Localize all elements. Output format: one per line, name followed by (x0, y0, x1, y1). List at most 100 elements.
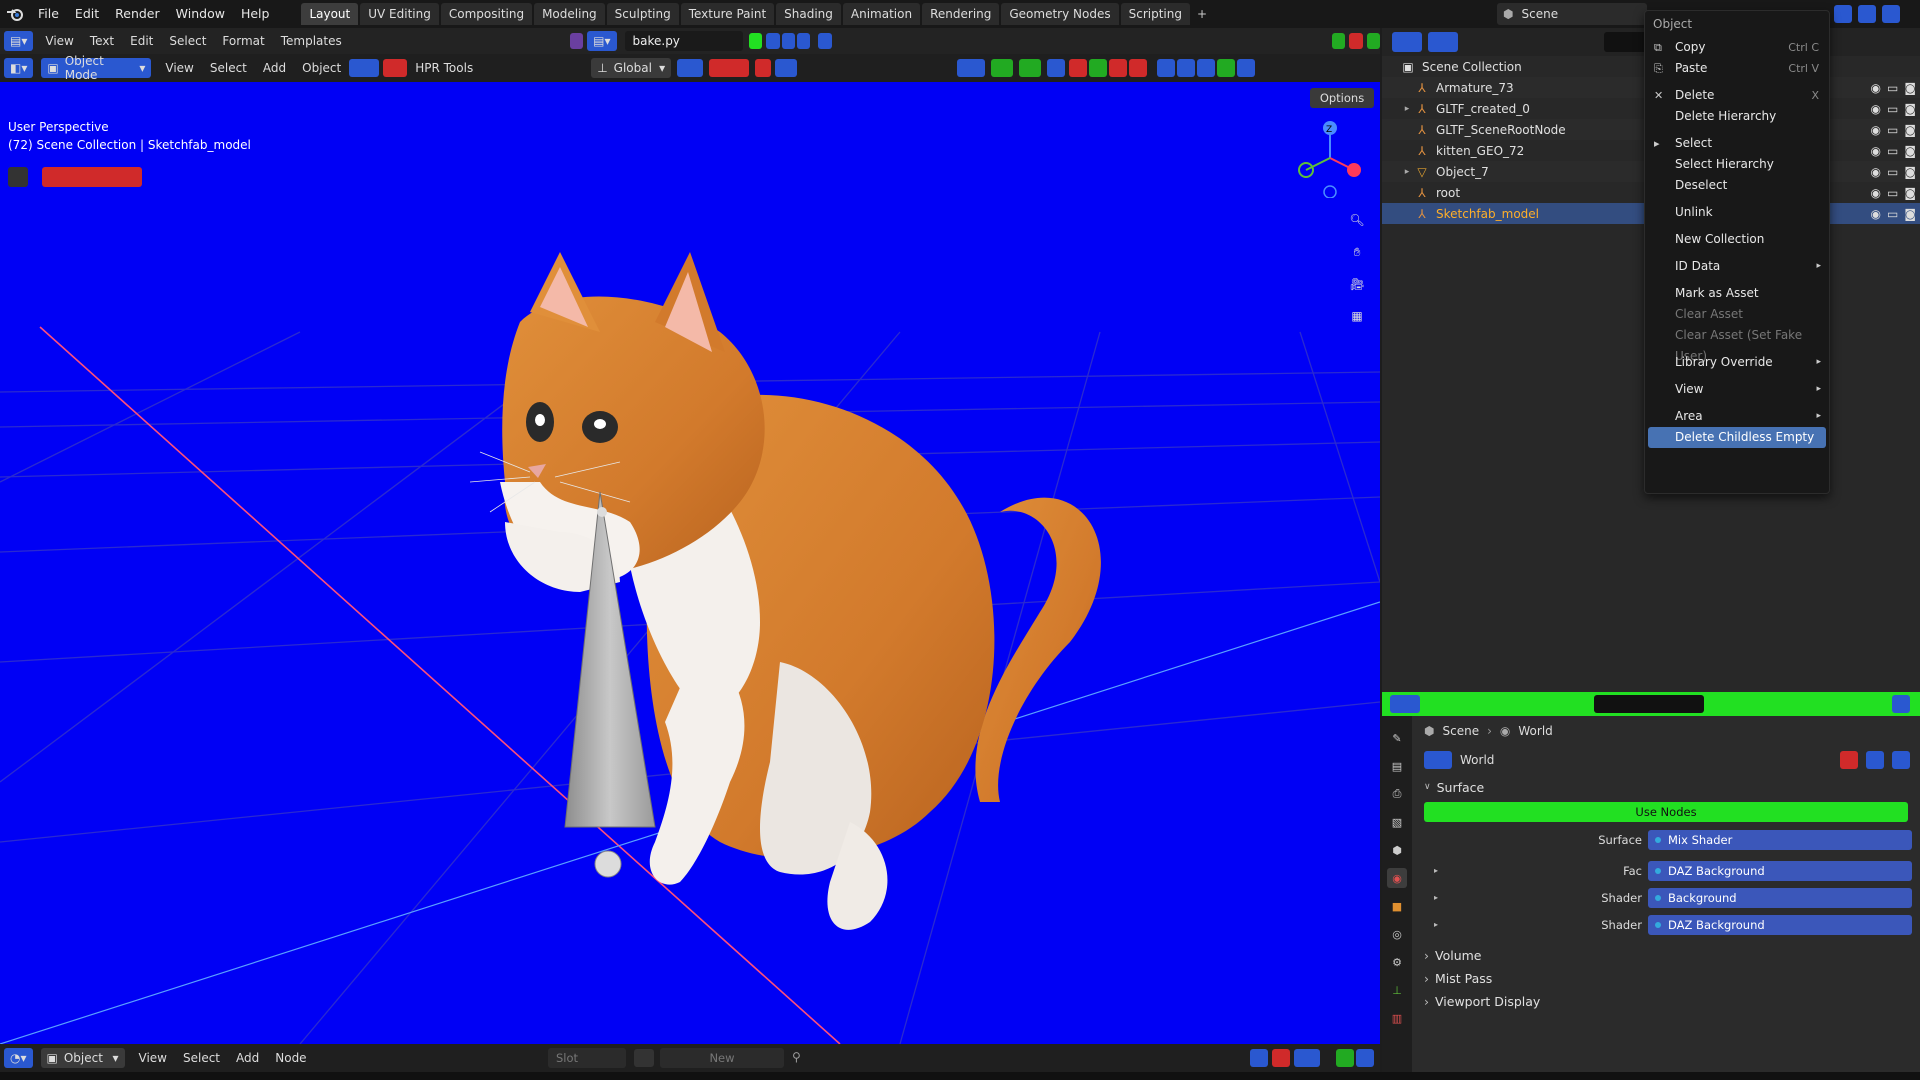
sidebar-toggle-icon[interactable] (1331, 33, 1346, 49)
menu-item-view[interactable]: View ▸ (1645, 379, 1829, 400)
tab-rendering[interactable]: Rendering (922, 3, 1000, 25)
gizmo-icon[interactable] (991, 59, 1014, 77)
text-browse-icon[interactable]: ▤▾ (587, 31, 617, 51)
render-camera-icon[interactable]: ◙ (1904, 165, 1916, 179)
view-layer-tab-icon[interactable]: ▧ (1387, 812, 1407, 832)
menu-item-id-data[interactable]: ID Data ▸ (1645, 256, 1829, 277)
menu-item-library-override[interactable]: Library Override ▸ (1645, 352, 1829, 373)
render-camera-icon[interactable]: ◙ (1904, 123, 1916, 137)
menu-item-clear-asset-set-fake-user[interactable]: Clear Asset (Set Fake User) (1645, 325, 1829, 363)
filter-icon[interactable] (1834, 5, 1852, 23)
menu-render[interactable]: Render (107, 0, 168, 28)
3d-viewport[interactable]: User Perspective (72) Scene Collection |… (0, 82, 1380, 1044)
viewport-disable-icon[interactable]: ▭ (1887, 81, 1898, 95)
constraints-tab-icon[interactable]: ⚙ (1387, 952, 1407, 972)
node-menu-node[interactable]: Node (267, 1045, 314, 1071)
node-menu-view[interactable]: View (131, 1045, 175, 1071)
shading-rendered-icon[interactable] (1109, 59, 1128, 77)
render-camera-icon[interactable]: ◙ (1904, 81, 1916, 95)
snapping-icon[interactable] (709, 59, 750, 77)
vp-menu-select[interactable]: Select (202, 55, 255, 81)
menu-item-deselect[interactable]: Deselect (1645, 175, 1829, 196)
menu-item-delete-childless-empty[interactable]: Delete Childless Empty (1648, 427, 1826, 448)
surface-panel-header[interactable]: ∨ Surface (1416, 774, 1916, 800)
menu-edit[interactable]: Edit (67, 0, 107, 28)
shader-node-dropdown[interactable]: Mix Shader (1648, 829, 1912, 850)
text-menu-text[interactable]: Text (82, 28, 122, 54)
overlay-icon[interactable] (1019, 59, 1042, 77)
object-mode-dropdown[interactable]: ▣ Object Mode ▾ (41, 54, 152, 82)
volume-panel-header[interactable]: › Volume (1416, 944, 1916, 967)
render-camera-icon[interactable]: ◙ (1904, 207, 1916, 221)
object-tab-icon[interactable]: ■ (1387, 896, 1407, 916)
shader-sidebar-icon[interactable] (1356, 1049, 1374, 1067)
python-icon[interactable] (569, 33, 584, 49)
node-menu-select[interactable]: Select (175, 1045, 228, 1071)
new-collection-icon[interactable] (1858, 5, 1876, 23)
data-tab-icon[interactable]: ⊥ (1387, 980, 1407, 1000)
unlink-text-icon[interactable] (797, 33, 811, 49)
material-browse-icon[interactable] (634, 1049, 654, 1067)
fake-user-shield-icon[interactable] (1840, 751, 1858, 769)
render-camera-icon[interactable]: ◙ (1904, 186, 1916, 200)
shading-options-icon[interactable] (1129, 59, 1148, 77)
node-menu-add[interactable]: Add (228, 1045, 267, 1071)
text-menu-edit[interactable]: Edit (122, 28, 161, 54)
menu-item-paste[interactable]: ⎘ Paste Ctrl V (1645, 58, 1829, 79)
shader-editor-type-icon[interactable]: ◔▾ (4, 1048, 33, 1068)
snap-icon[interactable] (383, 59, 408, 77)
vp-menu-object[interactable]: Object (294, 55, 349, 81)
toggle-editor-icon[interactable] (1157, 59, 1176, 77)
physics-tab-icon[interactable]: ◎ (1387, 924, 1407, 944)
shader-options-icon[interactable] (1294, 1049, 1320, 1067)
shader-overlay-icon[interactable] (1272, 1049, 1290, 1067)
mode-box-icon[interactable] (42, 167, 142, 187)
falloff-icon[interactable] (775, 59, 798, 77)
menu-file[interactable]: File (30, 0, 67, 28)
camera-icon[interactable]: 🎥︎ (1345, 272, 1369, 296)
menu-item-clear-asset[interactable]: Clear Asset (1645, 304, 1829, 325)
fake-user-icon[interactable] (748, 33, 763, 49)
eye-icon[interactable]: ◉ (1871, 102, 1881, 116)
shader-node-dropdown[interactable]: DAZ Background (1648, 914, 1912, 935)
select-tool-icon[interactable] (8, 167, 28, 187)
pan-hand-icon[interactable]: ✋︎ (1345, 240, 1369, 264)
viewport-disable-icon[interactable]: ▭ (1887, 144, 1898, 158)
view-layer-icon[interactable] (1882, 5, 1900, 23)
shader-node-dropdown[interactable]: Background (1648, 887, 1912, 908)
lock-camera-icon[interactable] (1237, 59, 1256, 77)
local-view-icon[interactable] (1197, 59, 1216, 77)
shader-backdrop-icon[interactable] (1336, 1049, 1354, 1067)
display-mode-icon[interactable] (1428, 32, 1458, 52)
text-menu-templates[interactable]: Templates (273, 28, 350, 54)
eye-icon[interactable]: ◉ (1871, 165, 1881, 179)
mist-pass-panel-header[interactable]: › Mist Pass (1416, 967, 1916, 990)
tab-shading[interactable]: Shading (776, 3, 841, 25)
menu-item-copy[interactable]: ⧉ Copy Ctrl C (1645, 37, 1829, 58)
menu-item-mark-as-asset[interactable]: Mark as Asset (1645, 283, 1829, 304)
viewport-disable-icon[interactable]: ▭ (1887, 165, 1898, 179)
menu-item-area[interactable]: Area ▸ (1645, 406, 1829, 427)
render-camera-icon[interactable]: ◙ (1904, 102, 1916, 116)
vp-menu-add[interactable]: Add (255, 55, 294, 81)
tab-uv-editing[interactable]: UV Editing (360, 3, 439, 25)
expand-arrow-icon[interactable]: ▸ (1400, 167, 1414, 177)
properties-options-icon[interactable] (1892, 695, 1910, 713)
expand-arrow-icon[interactable]: ▸ (1434, 866, 1438, 875)
tab-scripting[interactable]: Scripting (1120, 3, 1190, 25)
scene-selector[interactable]: ⬢ Scene (1497, 3, 1647, 25)
viewport-display-panel-header[interactable]: › Viewport Display (1416, 990, 1916, 1013)
world-selector[interactable]: World (1416, 746, 1916, 774)
slot-dropdown[interactable]: Slot (548, 1048, 626, 1068)
expand-arrow-icon[interactable]: ▸ (1434, 893, 1438, 902)
add-workspace-button[interactable]: + (1192, 3, 1212, 25)
texture-tab-icon[interactable]: ▥ (1387, 1008, 1407, 1028)
shader-snap-icon[interactable] (1250, 1049, 1268, 1067)
menu-item-new-collection[interactable]: New Collection (1645, 229, 1829, 250)
syntax-highlight-icon[interactable] (1366, 33, 1381, 49)
outliner-editor-type-icon[interactable] (1392, 32, 1422, 52)
render-tab-icon[interactable]: ▤ (1387, 756, 1407, 776)
pin-icon[interactable]: ⚲ (792, 1050, 801, 1064)
world-name[interactable]: World (1460, 753, 1494, 767)
tab-animation[interactable]: Animation (842, 3, 921, 25)
